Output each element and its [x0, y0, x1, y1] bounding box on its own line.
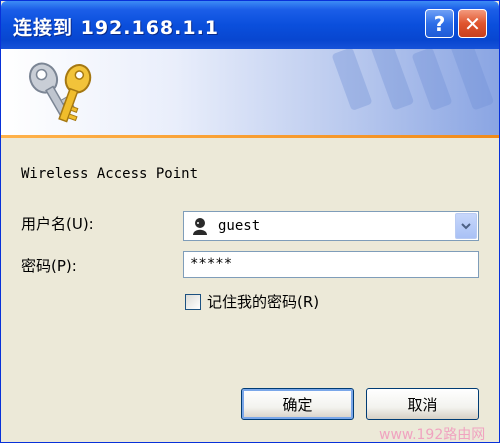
banner-keys-watermark: [332, 49, 494, 110]
header-banner: [1, 49, 499, 135]
title-bar[interactable]: 连接到 192.168.1.1 ? ✕: [1, 1, 499, 49]
cancel-button[interactable]: 取消: [366, 388, 479, 420]
login-dialog: 连接到 192.168.1.1 ? ✕ Wireless Access Poin…: [0, 0, 500, 443]
keys-icon: [29, 62, 92, 123]
close-icon: ✕: [464, 11, 481, 36]
remember-password-label[interactable]: 记住我的密码(R): [207, 291, 319, 312]
banner-accent-stripe: [1, 135, 499, 138]
help-button[interactable]: ?: [425, 9, 454, 38]
username-value: guest: [218, 218, 261, 234]
realm-label: Wireless Access Point: [21, 166, 199, 182]
user-icon: [190, 216, 210, 236]
password-label: 密码(P):: [21, 257, 77, 275]
remember-password-checkbox[interactable]: [185, 293, 201, 310]
password-value: *****: [190, 256, 233, 272]
help-icon: ?: [433, 11, 446, 36]
close-button[interactable]: ✕: [458, 9, 487, 38]
username-dropdown-button[interactable]: [455, 213, 477, 239]
ok-button[interactable]: 确定: [241, 388, 354, 420]
password-input[interactable]: *****: [183, 251, 479, 278]
chevron-down-icon: [461, 223, 471, 230]
remember-password-row[interactable]: 记住我的密码(R): [185, 291, 319, 312]
site-watermark: www.192路由网: [379, 427, 486, 443]
window-title: 连接到 192.168.1.1: [13, 17, 220, 39]
username-combobox[interactable]: guest: [183, 211, 479, 241]
username-label: 用户名(U):: [21, 215, 94, 233]
